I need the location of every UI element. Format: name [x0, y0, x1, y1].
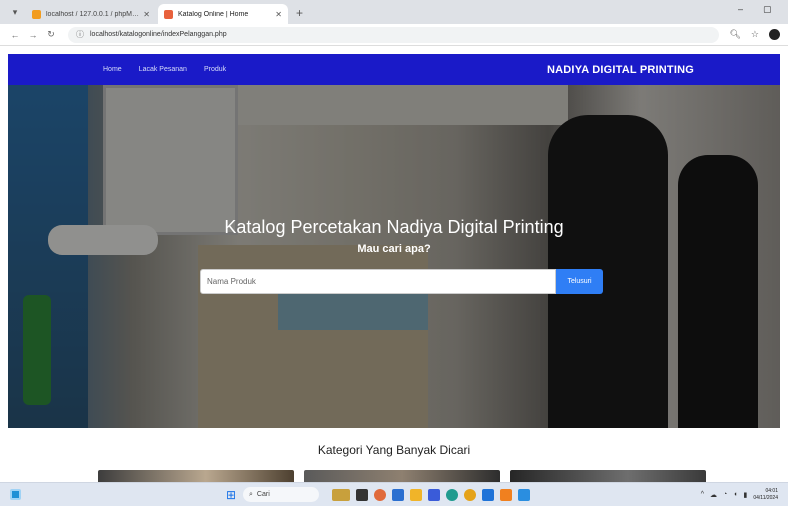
- photos-app-icon[interactable]: [428, 488, 440, 501]
- taskbar-apps: [332, 488, 530, 501]
- hero-subtitle: Mau cari apa?: [357, 243, 431, 255]
- site-navbar: Home Lacak Pesanan Produk NADIYA DIGITAL…: [8, 54, 780, 85]
- category-card[interactable]: [98, 470, 294, 482]
- os-taskbar: ⊞ ⌕ Cari ^ ☁ ◔ ◖ ▮ 04:01 04/11/2024: [0, 482, 788, 506]
- close-tab-icon[interactable]: ✕: [275, 10, 282, 19]
- volume-icon[interactable]: ◖: [733, 491, 737, 498]
- tab-phpmyadmin[interactable]: localhost / 127.0.0.1 / phpMyA ✕: [26, 4, 156, 24]
- chrome-browser-icon[interactable]: [464, 488, 476, 501]
- tab-title: Katalog Online | Home: [178, 10, 249, 18]
- wifi-icon[interactable]: ◔: [723, 491, 727, 498]
- zoom-icon[interactable]: 🔍︎: [729, 29, 740, 40]
- hero-title: Katalog Percetakan Nadiya Digital Printi…: [224, 217, 564, 237]
- clock-time: 04:01: [765, 487, 778, 494]
- product-search-input[interactable]: [200, 269, 556, 294]
- mail-app-icon[interactable]: [482, 488, 494, 501]
- tab-list-icon[interactable]: ▾: [8, 5, 22, 19]
- site-brand[interactable]: NADIYA DIGITAL PRINTING: [547, 64, 694, 76]
- task-view-icon[interactable]: [356, 488, 368, 501]
- clock[interactable]: 04:01 04/11/2024: [753, 488, 778, 502]
- tab-katalog-online[interactable]: Katalog Online | Home ✕: [158, 4, 288, 24]
- search-icon: ⌕: [249, 490, 253, 498]
- show-hidden-icons-icon[interactable]: ^: [701, 491, 704, 498]
- site-favicon-icon: [164, 9, 173, 19]
- maximize-icon[interactable]: ▢: [763, 4, 772, 15]
- minimize-icon[interactable]: –: [738, 4, 743, 14]
- browser-tab-bar: ▾ localhost / 127.0.0.1 / phpMyA ✕ Katal…: [0, 0, 788, 24]
- category-cards: [98, 470, 706, 482]
- close-tab-icon[interactable]: ✕: [143, 10, 150, 19]
- weather-app-icon[interactable]: [332, 488, 350, 501]
- store-app-icon[interactable]: [392, 488, 404, 501]
- category-card[interactable]: [510, 470, 706, 482]
- system-tray: ^ ☁ ◔ ◖ ▮ 04:01 04/11/2024: [701, 488, 778, 502]
- phpmyadmin-favicon-icon: [32, 9, 41, 19]
- back-icon[interactable]: ←: [8, 30, 22, 40]
- url-field[interactable]: ⓘ localhost/katalogonline/indexPelanggan…: [68, 26, 720, 43]
- xampp-app-icon[interactable]: [500, 488, 512, 501]
- vscode-app-icon[interactable]: [518, 488, 530, 501]
- nav-link-produk[interactable]: Produk: [204, 66, 226, 73]
- search-button[interactable]: Telusuri: [556, 269, 603, 294]
- battery-icon[interactable]: ▮: [743, 491, 747, 499]
- edge-browser-icon[interactable]: [446, 488, 458, 501]
- file-explorer-icon[interactable]: [410, 488, 422, 501]
- hero-banner: Katalog Percetakan Nadiya Digital Printi…: [8, 85, 780, 428]
- widgets-icon[interactable]: [10, 489, 21, 500]
- reload-icon[interactable]: ↻: [44, 29, 58, 40]
- taskbar-search-label: Cari: [256, 491, 270, 498]
- nav-link-home[interactable]: Home: [103, 66, 122, 73]
- copilot-icon[interactable]: [374, 488, 386, 501]
- forward-icon[interactable]: →: [26, 30, 40, 40]
- bookmark-star-icon[interactable]: ☆: [751, 29, 759, 40]
- category-card[interactable]: [304, 470, 500, 482]
- new-tab-icon[interactable]: +: [296, 6, 303, 20]
- tab-title: localhost / 127.0.0.1 / phpMyA: [46, 10, 140, 18]
- clock-date: 04/11/2024: [753, 494, 778, 501]
- nav-link-lacak-pesanan[interactable]: Lacak Pesanan: [139, 66, 187, 73]
- address-bar: ← → ↻ ⓘ localhost/katalogonline/indexPel…: [0, 24, 788, 46]
- taskbar-search[interactable]: ⌕ Cari: [243, 487, 319, 502]
- hero-overlay: [8, 85, 780, 428]
- windows-start-icon[interactable]: ⊞: [226, 488, 236, 502]
- cloud-icon[interactable]: ☁: [710, 491, 717, 499]
- url-text: localhost/katalogonline/indexPelanggan.p…: [90, 31, 227, 38]
- categories-heading: Kategori Yang Banyak Dicari: [317, 443, 471, 457]
- product-search-form: Telusuri: [200, 269, 603, 294]
- profile-avatar-icon[interactable]: [769, 29, 780, 40]
- site-info-icon[interactable]: ⓘ: [76, 29, 84, 40]
